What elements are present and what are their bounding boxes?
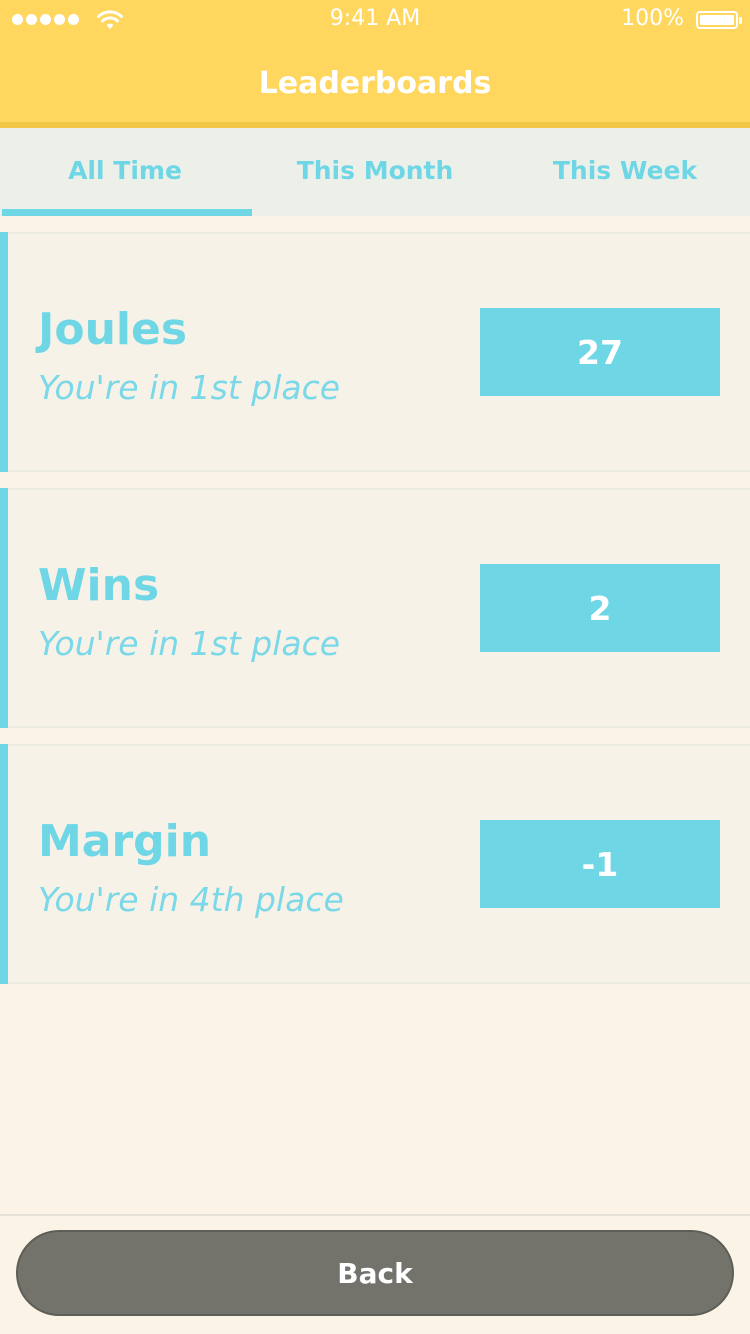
- page-title: Leaderboards: [258, 66, 492, 101]
- leaderboard-place: You're in 1st place: [38, 624, 341, 663]
- footer-divider: [0, 1214, 750, 1216]
- active-tab-indicator: [2, 209, 252, 216]
- score-badge: 2: [480, 564, 720, 652]
- leaderboard-card-margin[interactable]: Margin You're in 4th place -1: [0, 744, 750, 984]
- status-bar: 9:41 AM 100%: [0, 0, 750, 40]
- battery-percentage: 100%: [621, 6, 684, 31]
- leaderboard-name: Wins: [38, 560, 160, 611]
- tab-label: All Time: [68, 155, 182, 185]
- header-bar: 9:41 AM 100% Leaderboards: [0, 0, 750, 128]
- card-accent-bar: [0, 488, 8, 728]
- tab-all-time[interactable]: All Time: [0, 128, 252, 216]
- leaderboard-place: You're in 4th place: [38, 880, 344, 919]
- card-accent-bar: [0, 744, 8, 984]
- tab-label: This Week: [552, 155, 698, 185]
- tab-this-month[interactable]: This Month: [250, 128, 500, 216]
- leaderboard-name: Joules: [38, 304, 188, 355]
- leaderboard-card-joules[interactable]: Joules You're in 1st place 27: [0, 232, 750, 472]
- battery-icon: [696, 11, 742, 29]
- time-range-tabs: All Time This Month This Week: [0, 128, 750, 216]
- leaderboard-card-wins[interactable]: Wins You're in 1st place 2: [0, 488, 750, 728]
- score-badge: 27: [480, 308, 720, 396]
- tab-label: This Month: [296, 155, 454, 185]
- leaderboard-place: You're in 1st place: [38, 368, 341, 407]
- card-accent-bar: [0, 232, 8, 472]
- back-button[interactable]: Back: [16, 1230, 734, 1316]
- score-badge: -1: [480, 820, 720, 908]
- leaderboard-name: Margin: [38, 816, 212, 867]
- tab-this-week[interactable]: This Week: [500, 128, 750, 216]
